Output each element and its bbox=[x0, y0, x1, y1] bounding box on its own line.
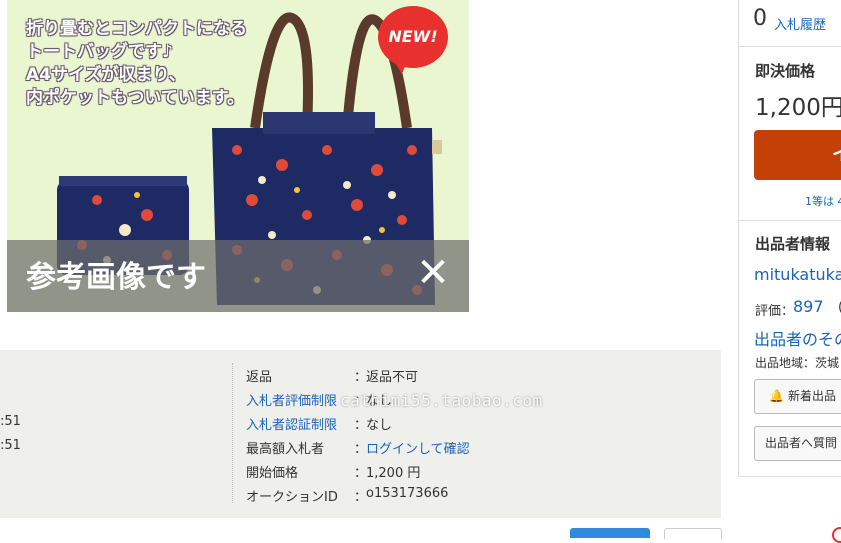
info-label-bidder-rating-limit[interactable]: 入札者評価制限 bbox=[246, 390, 337, 409]
buy-note-link[interactable]: 1等は 4 bbox=[805, 193, 841, 209]
reference-image-label: 参考画像です bbox=[26, 260, 206, 295]
pouch-zipper bbox=[59, 176, 187, 186]
rating-label: 評価： bbox=[755, 304, 795, 319]
corner-icon bbox=[832, 527, 841, 543]
ask-seller-button[interactable]: 出品者へ質問 bbox=[754, 426, 841, 461]
info-label-highest-bidder: 最高額入札者 bbox=[246, 442, 325, 457]
time-fragment: :51 bbox=[0, 414, 21, 429]
info-label-returns: 返品 bbox=[246, 370, 273, 385]
bag-tag bbox=[432, 140, 442, 154]
seller-region: 出品地域：茨城 bbox=[755, 356, 840, 370]
seller-name-link[interactable]: mitukatuka bbox=[754, 265, 841, 284]
bottom-primary-button[interactable] bbox=[570, 528, 650, 538]
seller-info-heading: 出品者情報 bbox=[755, 235, 831, 253]
buy-now-price: 1,200円 bbox=[755, 95, 841, 121]
bid-history-link[interactable]: 入札履歴 bbox=[774, 14, 826, 33]
watermark-text: cathimi55.taobao.com bbox=[340, 391, 543, 410]
info-label-bidder-verification-limit[interactable]: 入札者認証制限 bbox=[246, 414, 337, 433]
sidebar-separator bbox=[739, 46, 841, 47]
promo-text: 折り畳むとコンパクトになる トートバッグです♪ A4サイズが収まり、 内ポケット… bbox=[26, 19, 247, 108]
new-badge: NEW! bbox=[378, 6, 448, 68]
info-label-auction-id: オークションID bbox=[246, 490, 338, 505]
bag-top-fold bbox=[263, 112, 375, 134]
info-value-bidder-verification-limit: なし bbox=[366, 418, 393, 433]
new-listing-alert-button[interactable]: 🔔 新着出品 bbox=[754, 379, 841, 414]
info-divider bbox=[232, 363, 233, 503]
info-value-returns: 返品不可 bbox=[366, 370, 419, 385]
buy-now-label: 即決価格 bbox=[755, 62, 816, 80]
info-label-start-price: 開始価格 bbox=[246, 466, 299, 481]
close-icon[interactable]: ✕ bbox=[413, 250, 453, 296]
seller-other-items-link[interactable]: 出品者のその bbox=[754, 326, 841, 350]
info-value-auction-id: o153173666 bbox=[366, 486, 449, 501]
buy-now-button[interactable]: イ bbox=[754, 130, 841, 180]
time-fragment: :51 bbox=[0, 438, 21, 453]
sidebar-separator bbox=[739, 220, 841, 221]
bell-icon: 🔔 bbox=[769, 389, 784, 403]
info-value-start-price: 1,200 円 bbox=[366, 466, 421, 481]
login-to-confirm-link[interactable]: ログインして確認 bbox=[366, 438, 470, 457]
rating-value-link[interactable]: 897 bbox=[793, 297, 824, 316]
new-listing-label: 新着出品 bbox=[787, 389, 836, 403]
bid-count: 0 bbox=[753, 6, 767, 31]
